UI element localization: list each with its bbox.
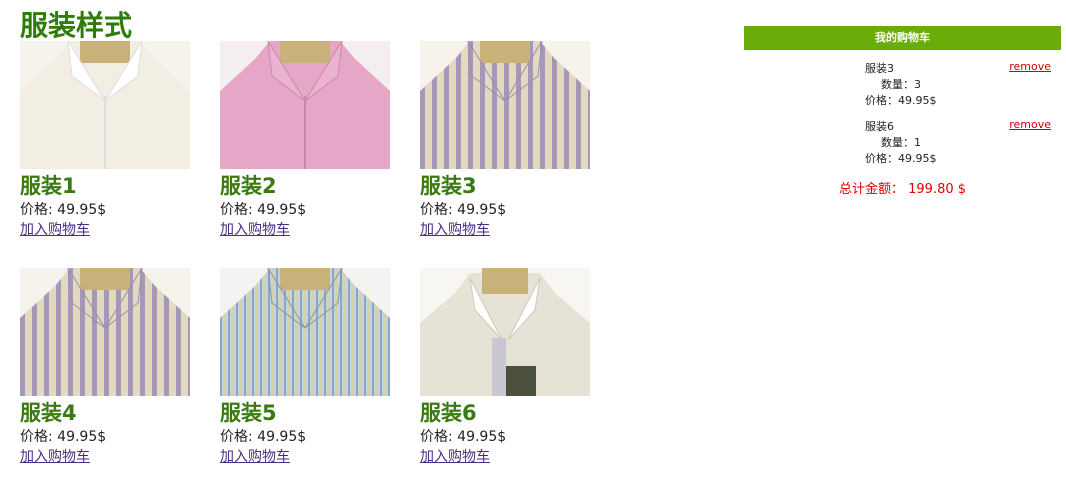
product-card: 服装1 价格: 49.95$ 加入购物车 (20, 41, 190, 239)
shirt-image[interactable] (220, 268, 390, 396)
product-price: 价格: 49.95$ (220, 429, 307, 445)
product-name: 服装5 (220, 401, 277, 425)
product-name: 服装4 (20, 401, 77, 425)
cart-item-price: 价格：49.95$ (865, 94, 937, 107)
product-price: 价格: 49.95$ (420, 202, 507, 218)
cart-item-qty: 数量：3 (881, 78, 921, 91)
product-name: 服装2 (220, 174, 277, 198)
remove-link[interactable]: remove (1009, 118, 1051, 131)
cart-total-label: 总计金额： (838, 182, 904, 197)
product-card: 服装4 价格: 49.95$ 加入购物车 (20, 268, 190, 466)
product-card: 服装6 价格: 49.95$ 加入购物车 (420, 268, 590, 466)
product-card: 服装5 价格: 49.95$ 加入购物车 (220, 268, 390, 466)
product-card: 服装2 价格: 49.95$ 加入购物车 (220, 41, 390, 239)
product-name: 服装3 (420, 174, 477, 198)
cart-item-qty: 数量：1 (881, 136, 921, 149)
add-to-cart-link[interactable]: 加入购物车 (220, 221, 290, 239)
cart-item-name: 服装6 (865, 120, 894, 133)
product-name: 服装6 (420, 401, 477, 425)
page-title: 服装样式 (20, 9, 133, 42)
add-to-cart-link[interactable]: 加入购物车 (20, 448, 90, 466)
cart-item-price: 价格：49.95$ (865, 152, 937, 165)
cart-item: 服装6 数量：1 价格：49.95$ remove (744, 108, 1061, 166)
add-to-cart-link[interactable]: 加入购物车 (420, 448, 490, 466)
cart-total: 总计金额： 199.80 $ (744, 178, 1061, 197)
cart-total-value: 199.80 $ (908, 182, 967, 197)
shirt-image[interactable] (20, 268, 190, 396)
product-price: 价格: 49.95$ (20, 429, 107, 445)
add-to-cart-link[interactable]: 加入购物车 (420, 221, 490, 239)
shopping-cart-panel: 我的购物车 服装3 数量：3 价格：49.95$ remove 服装6 数量：1… (744, 26, 1061, 197)
shirt-image[interactable] (20, 41, 190, 169)
cart-title: 我的购物车 (744, 26, 1061, 50)
product-card: 服装3 价格: 49.95$ 加入购物车 (420, 41, 590, 239)
cart-item: 服装3 数量：3 价格：49.95$ remove (744, 50, 1061, 108)
add-to-cart-link[interactable]: 加入购物车 (220, 448, 290, 466)
shirt-image[interactable] (420, 268, 590, 396)
shirt-image[interactable] (420, 41, 590, 169)
product-price: 价格: 49.95$ (220, 202, 307, 218)
add-to-cart-link[interactable]: 加入购物车 (20, 221, 90, 239)
remove-link[interactable]: remove (1009, 60, 1051, 73)
product-price: 价格: 49.95$ (20, 202, 107, 218)
product-price: 价格: 49.95$ (420, 429, 507, 445)
cart-item-name: 服装3 (865, 62, 894, 75)
shirt-image[interactable] (220, 41, 390, 169)
product-name: 服装1 (20, 174, 77, 198)
